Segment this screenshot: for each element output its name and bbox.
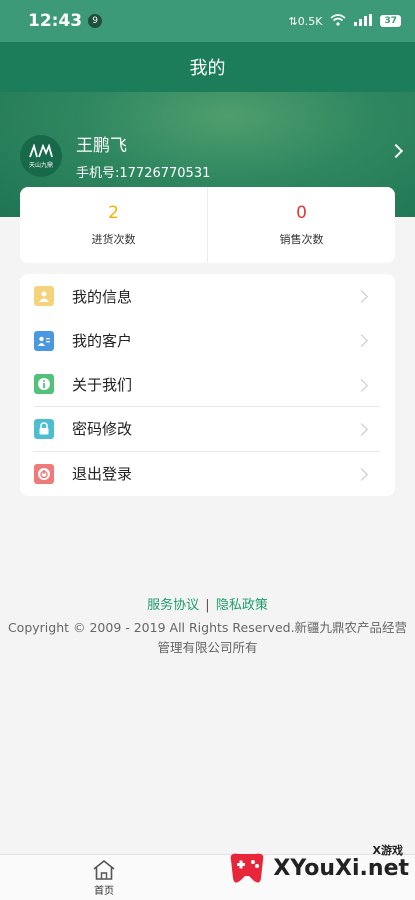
contact-card-icon: [34, 330, 54, 351]
home-icon: [93, 859, 115, 880]
menu-card: 我的信息 我的客户 关于我们 密码修改 退出登录: [20, 274, 395, 496]
chevron-right-icon: [388, 143, 404, 159]
battery-icon: 37: [380, 15, 401, 27]
watermark: XYouXi.net X游戏: [225, 844, 409, 890]
menu-item-logout[interactable]: 退出登录: [34, 452, 380, 496]
watermark-tag: X游戏: [372, 844, 403, 857]
copyright-text: Copyright © 2009 - 2019 All Rights Reser…: [7, 620, 408, 655]
stat-purchase-count[interactable]: 2 进货次数: [20, 187, 207, 263]
menu-item-change-password[interactable]: 密码修改: [34, 407, 380, 452]
stats-card: 2 进货次数 0 销售次数: [20, 187, 395, 263]
menu-label: 密码修改: [72, 420, 133, 439]
menu-item-my-customers[interactable]: 我的客户: [34, 318, 380, 362]
chevron-right-icon: [355, 378, 368, 392]
watermark-site: XYouXi.net: [273, 855, 409, 881]
privacy-policy-link[interactable]: 隐私政策: [216, 598, 268, 613]
status-indicators: ⇅0.5K 37: [288, 13, 401, 29]
user-card-icon: [34, 286, 54, 307]
logout-icon: [34, 463, 54, 484]
footer-separator: |: [205, 598, 210, 613]
wifi-icon: [330, 13, 346, 29]
status-time: 12:43: [28, 11, 83, 31]
title-bar: 我的: [0, 42, 415, 92]
chevron-right-icon: [355, 290, 368, 303]
chevron-right-icon: [355, 423, 368, 437]
gamepad-icon: [231, 853, 264, 883]
footer: 服务协议 | 隐私政策 Copyright © 2009 - 2019 All …: [0, 594, 415, 658]
signal-icon: [354, 13, 373, 29]
user-name: 王鹏飞: [76, 136, 127, 156]
chevron-right-icon: [355, 334, 368, 348]
footer-links: 服务协议 | 隐私政策: [0, 594, 415, 613]
menu-item-about-us[interactable]: 关于我们: [34, 363, 380, 408]
stat-value: 0: [296, 203, 307, 223]
speed-icon: ⇅: [288, 14, 298, 28]
stat-sales-count[interactable]: 0 销售次数: [207, 187, 395, 263]
tab-label: 首页: [94, 886, 114, 897]
info-icon: [34, 374, 54, 395]
menu-label: 我的客户: [72, 332, 133, 351]
menu-label: 我的信息: [72, 287, 133, 306]
chevron-right-icon: [355, 467, 368, 481]
status-bar: 12:43 9 ⇅0.5K 37: [0, 0, 415, 42]
network-speed: ⇅0.5K: [288, 14, 323, 28]
service-agreement-link[interactable]: 服务协议: [147, 598, 199, 613]
page-title: 我的: [189, 58, 226, 79]
logo-text: 天山九鼎: [28, 161, 53, 169]
menu-item-my-info[interactable]: 我的信息: [34, 274, 380, 318]
stat-label: 销售次数: [279, 233, 324, 246]
profile-row[interactable]: 天山九鼎 王鹏飞 手机号:17726770531: [0, 128, 415, 184]
tab-home[interactable]: 首页: [82, 859, 126, 897]
stat-value: 2: [108, 203, 119, 223]
menu-label: 退出登录: [72, 465, 133, 484]
profile-info: 王鹏飞 手机号:17726770531: [76, 131, 210, 181]
notification-badge: 9: [88, 14, 103, 28]
stat-label: 进货次数: [91, 233, 136, 246]
menu-label: 关于我们: [72, 375, 133, 394]
logo-icon: [29, 143, 53, 157]
avatar: 天山九鼎: [20, 135, 62, 177]
lock-icon: [34, 418, 54, 439]
user-phone: 手机号:17726770531: [76, 166, 211, 181]
